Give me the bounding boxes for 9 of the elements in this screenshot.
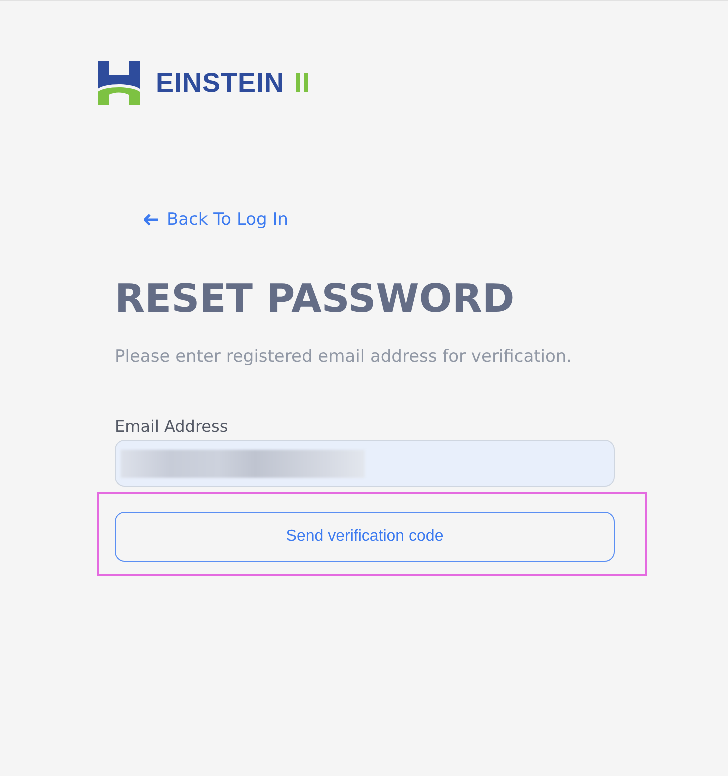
field-label: Email Address: [115, 417, 230, 436]
instruction-text: Please enter registered email address for verification.: [115, 347, 574, 367]
back-link[interactable]: Back To Log In: [144, 210, 289, 230]
arrow-left-icon: [144, 214, 159, 226]
page-title: RESET PASSWORD: [115, 277, 516, 322]
logo-text: EINSTEIN II: [156, 68, 311, 98]
send-code-button[interactable]: Send verification code: [115, 512, 615, 562]
logo-icon: [98, 61, 140, 105]
email-field[interactable]: [115, 440, 615, 487]
